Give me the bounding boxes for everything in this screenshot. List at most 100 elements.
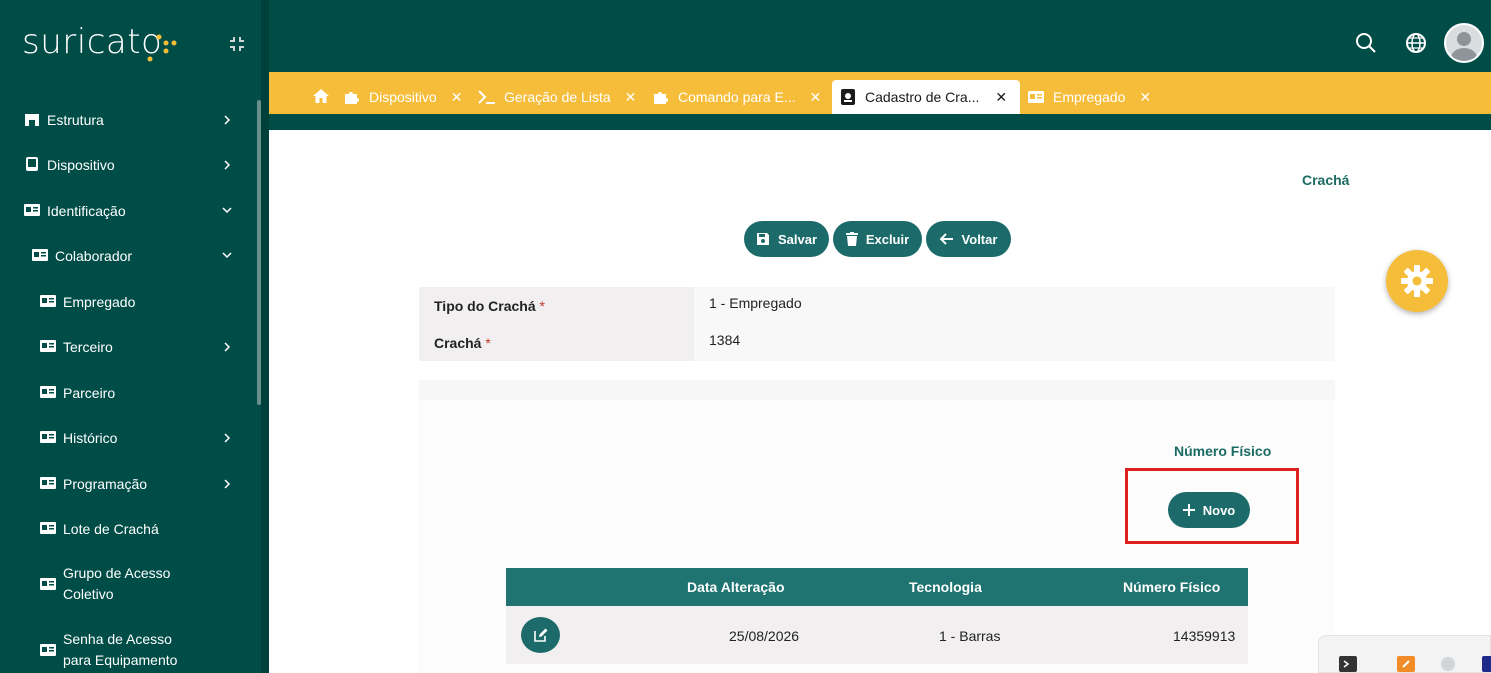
sidebar-item-lote-de-cracha[interactable]: Lote de Crachá [0,508,256,548]
app-logo[interactable]: suricato [22,22,162,62]
sidebar-item-estrutura[interactable]: Estrutura [0,99,256,139]
sidebar-item-programacao[interactable]: Programação [0,463,256,503]
new-button[interactable]: Novo [1168,492,1250,528]
sidebar-item-dispositivo[interactable]: Dispositivo [0,144,256,184]
settings-fab[interactable] [1386,250,1448,312]
id-card-icon [40,644,56,656]
terminal-icon [478,90,495,104]
cracha-label-text: Crachá [434,335,482,351]
sidebar-item-label: Empregado [63,294,136,310]
sidebar-item-parceiro[interactable]: Parceiro [0,372,256,412]
globe-tray-icon[interactable] [1439,656,1457,672]
sidebar-item-label-line1: Senha de Acesso [63,631,172,647]
tab-cadastro-de-cracha[interactable]: Cadastro de Cra... ✕ [832,80,1020,114]
sidebar-item-label: Identificação [47,203,126,219]
globe-icon[interactable] [1405,32,1427,54]
chevron-right-icon [224,479,231,489]
sidebar-item-label: Dispositivo [47,157,115,173]
floppy-icon [756,233,769,245]
save-button-label: Salvar [777,231,818,247]
collapse-sidebar-icon[interactable] [228,35,246,53]
id-card-icon [32,249,48,261]
tab-comando-para-e[interactable]: Comando para E... ✕ [652,80,821,114]
tipo-cracha-value[interactable]: 1 - Empregado [709,295,802,311]
tab-label: Dispositivo [369,89,437,105]
id-card-icon [40,477,56,489]
home-icon[interactable] [312,88,330,104]
new-button-label: Novo [1202,502,1236,518]
sidebar-item-identificacao[interactable]: Identificação [0,190,256,230]
sidebar-item-label: Terceiro [63,339,113,355]
taskbar-peek [1318,635,1491,673]
rocket-icon[interactable] [1397,656,1415,672]
edit-icon [533,628,547,642]
sidebar-item-label-line2: Coletivo [63,586,114,602]
tab-geracao-de-lista[interactable]: Geração de Lista ✕ [478,80,636,114]
id-card-icon [40,340,56,352]
tab-label: Cadastro de Cra... [865,89,980,105]
user-avatar[interactable] [1444,23,1484,63]
app-tray-icon[interactable] [1482,656,1491,672]
close-icon[interactable]: ✕ [1139,89,1151,106]
id-card-icon [40,578,56,590]
trash-icon [845,232,858,246]
page-scrollbar[interactable] [1487,130,1491,673]
edit-row-button[interactable] [521,617,560,653]
numero-fisico-title: Número Físico [1174,443,1272,459]
cell-numero-fisico: 14359913 [1173,628,1236,644]
device-icon [26,157,38,171]
chevron-right-icon [224,115,231,125]
sidebar-item-empregado[interactable]: Empregado [0,281,256,321]
close-icon[interactable]: ✕ [625,89,637,106]
id-card-icon [40,522,56,534]
sidebar-item-label: Lote de Crachá [63,521,159,537]
sidebar-item-senha-de-acesso[interactable]: Senha de Acesso para Equipamento [0,629,256,673]
sidebar-item-label: Parceiro [63,385,116,401]
logo-dots-icon [147,34,177,62]
sidebar-item-historico[interactable]: Histórico [0,417,256,457]
cell-tecnologia: 1 - Barras [939,628,1001,644]
chevron-right-icon [224,342,231,352]
tab-label: Geração de Lista [504,89,611,105]
sidebar-item-label: Programação [63,476,148,492]
sidebar-item-label-line2: para Equipamento [63,652,178,668]
required-mark: * [539,298,545,314]
column-header-numero-fisico[interactable]: Número Físico [1123,579,1220,595]
sidebar-item-grupo-de-acesso-coletivo[interactable]: Grupo de Acesso Coletivo [0,563,256,611]
table-row [506,606,1248,664]
chevron-right-icon [224,160,231,170]
cracha-value[interactable]: 1384 [709,332,740,348]
close-icon[interactable]: ✕ [451,89,463,106]
close-icon[interactable]: ✕ [995,89,1007,106]
cell-data-alteracao: 25/08/2026 [729,628,800,644]
sidebar-item-terceiro[interactable]: Terceiro [0,326,256,366]
id-card-icon [40,386,56,398]
delete-button-label: Excluir [865,231,910,247]
column-header-tecnologia[interactable]: Tecnologia [909,579,982,595]
plus-icon [1182,504,1195,516]
search-icon[interactable] [1355,32,1377,54]
arrow-left-icon [939,233,953,245]
chevron-down-icon [222,252,232,259]
sidebar-item-label: Colaborador [55,248,133,264]
tab-label: Empregado [1053,89,1126,105]
tab-dispositivo[interactable]: Dispositivo ✕ [343,80,462,114]
column-header-data-alteracao[interactable]: Data Alteração [687,579,785,595]
app-tray-icon[interactable] [1339,656,1357,672]
sidebar-divider [261,0,269,673]
sidebar-item-label: Histórico [63,430,118,446]
sidebar-item-colaborador[interactable]: Colaborador [0,235,256,275]
back-button[interactable]: Voltar [926,221,1011,257]
back-button-label: Voltar [961,231,998,247]
id-card-icon [1028,91,1044,103]
tipo-cracha-label: Tipo do Crachá * [434,298,545,314]
top-header [269,0,1491,72]
required-mark: * [485,335,491,351]
save-button[interactable]: Salvar [744,221,829,257]
tipo-cracha-label-text: Tipo do Crachá [434,298,536,314]
delete-button[interactable]: Excluir [833,221,922,257]
chevron-right-icon [224,433,231,443]
tab-empregado[interactable]: Empregado ✕ [1028,80,1151,114]
chevron-down-icon [222,207,232,214]
close-icon[interactable]: ✕ [810,89,822,106]
